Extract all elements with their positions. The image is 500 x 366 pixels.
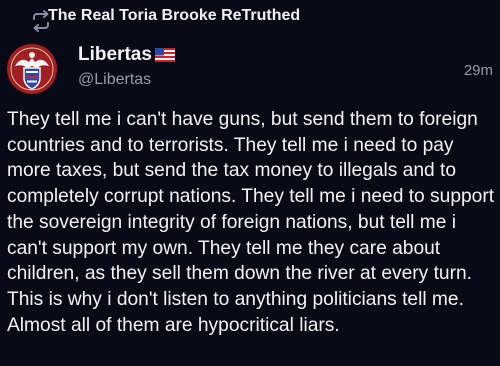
retruth-post: The Real Toria Brooke ReTruthed Libertas [0, 0, 500, 366]
display-name-row: Libertas [78, 44, 175, 66]
retruth-label[interactable]: The Real Toria Brooke ReTruthed [48, 7, 300, 25]
us-flag-icon [154, 48, 175, 62]
display-name[interactable]: Libertas [78, 44, 152, 66]
post-timestamp[interactable]: 29m [464, 62, 493, 79]
post-body-text: They tell me i can't have guns, but send… [7, 109, 495, 336]
eagle-shield-avatar-icon [7, 44, 57, 94]
user-handle[interactable]: @Libertas [78, 71, 151, 89]
avatar[interactable] [7, 44, 57, 94]
